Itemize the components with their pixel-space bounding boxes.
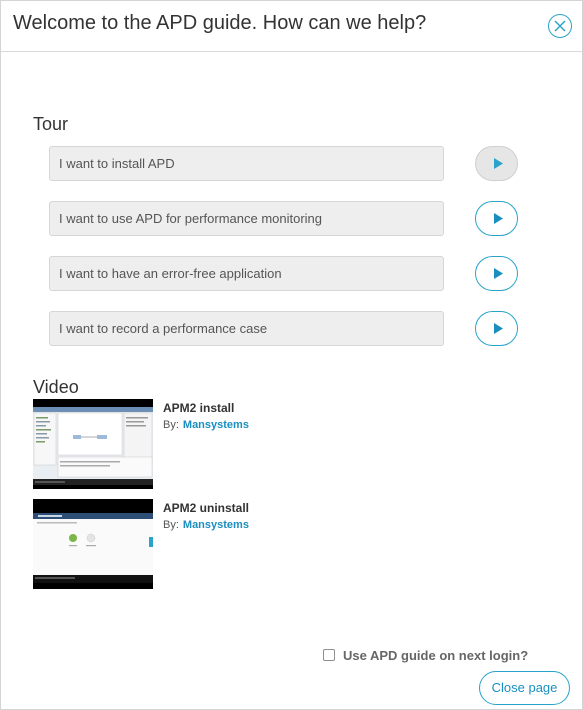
tour-item-record-case[interactable]: I want to record a performance case <box>49 311 444 346</box>
video-by-label: By: <box>163 519 179 531</box>
dialog-header: Welcome to the APD guide. How can we hel… <box>1 1 582 52</box>
next-login-option: Use APD guide on next login? <box>323 647 528 663</box>
video-thumbnail-image <box>33 399 153 489</box>
play-icon <box>494 158 503 169</box>
video-thumbnail-image <box>33 499 153 589</box>
play-icon <box>494 323 503 334</box>
video-byline-install: By: Mansystems <box>163 419 249 431</box>
close-button[interactable] <box>548 14 572 38</box>
close-icon <box>554 20 566 32</box>
close-page-button[interactable]: Close page <box>479 671 570 705</box>
video-thumbnail-install[interactable] <box>33 399 153 489</box>
next-login-checkbox[interactable] <box>323 649 335 661</box>
video-title-uninstall[interactable]: APM2 uninstall <box>163 501 249 515</box>
tour-item-error-free[interactable]: I want to have an error-free application <box>49 256 444 291</box>
guide-dialog: Welcome to the APD guide. How can we hel… <box>0 0 583 710</box>
video-author-link[interactable]: Mansystems <box>183 419 249 431</box>
tour-item-performance-monitoring[interactable]: I want to use APD for performance monito… <box>49 201 444 236</box>
video-byline-uninstall: By: Mansystems <box>163 519 249 531</box>
video-title-install[interactable]: APM2 install <box>163 401 234 415</box>
tour-play-button-record-case[interactable] <box>475 311 518 346</box>
tour-section-title: Tour <box>33 114 69 134</box>
tour-play-button-error-free[interactable] <box>475 256 518 291</box>
tour-play-button-install[interactable] <box>475 146 518 181</box>
tour-play-button-performance-monitoring[interactable] <box>475 201 518 236</box>
next-login-label: Use APD guide on next login? <box>343 647 529 663</box>
tour-item-install[interactable]: I want to install APD <box>49 146 444 181</box>
video-author-link[interactable]: Mansystems <box>183 519 249 531</box>
play-icon <box>494 213 503 224</box>
dialog-title: Welcome to the APD guide. How can we hel… <box>13 12 427 34</box>
video-section-title: Video <box>33 377 79 397</box>
play-icon <box>494 268 503 279</box>
video-by-label: By: <box>163 419 179 431</box>
video-thumbnail-uninstall[interactable] <box>33 499 153 589</box>
